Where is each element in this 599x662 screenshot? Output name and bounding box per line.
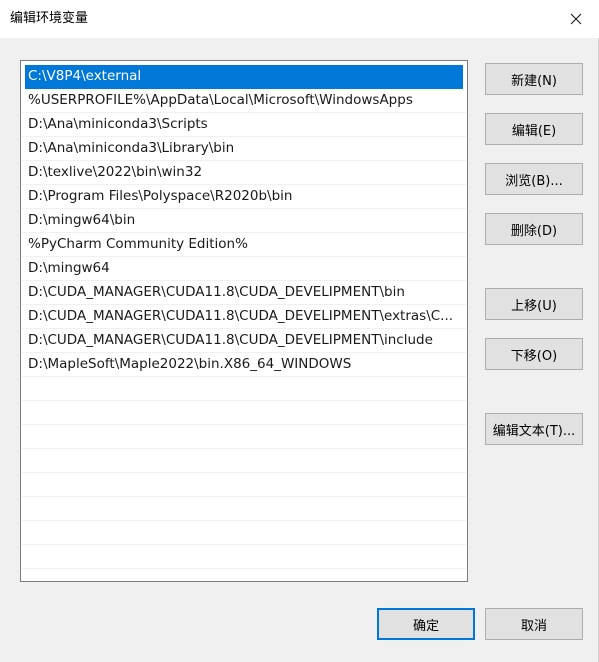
close-button[interactable] bbox=[553, 0, 599, 38]
path-list-item[interactable]: D:\mingw64 bbox=[22, 257, 466, 281]
path-list-item[interactable]: C:\V8P4\external bbox=[25, 65, 463, 89]
edit-environment-variable-dialog: 编辑环境变量 C:\V8P4\external %USERPROFILE%\Ap… bbox=[0, 0, 599, 662]
empty-list-row[interactable] bbox=[22, 521, 466, 545]
ok-button[interactable]: 确定 bbox=[377, 608, 475, 640]
path-list[interactable]: C:\V8P4\external %USERPROFILE%\AppData\L… bbox=[20, 60, 468, 582]
path-list-item[interactable]: D:\Program Files\Polyspace\R2020b\bin bbox=[22, 185, 466, 209]
empty-list-row[interactable] bbox=[22, 377, 466, 401]
path-list-rows: C:\V8P4\external %USERPROFILE%\AppData\L… bbox=[22, 65, 466, 581]
empty-list-row[interactable] bbox=[22, 497, 466, 521]
empty-list-row[interactable] bbox=[22, 545, 466, 569]
path-list-item[interactable]: D:\Ana\miniconda3\Library\bin bbox=[22, 137, 466, 161]
path-list-item[interactable]: D:\mingw64\bin bbox=[22, 209, 466, 233]
path-list-item[interactable]: %PyCharm Community Edition% bbox=[22, 233, 466, 257]
title-bar: 编辑环境变量 bbox=[0, 0, 599, 38]
close-icon bbox=[570, 13, 582, 25]
empty-list-row[interactable] bbox=[22, 449, 466, 473]
path-list-item[interactable]: D:\CUDA_MANAGER\CUDA11.8\CUDA_DEVELIPMEN… bbox=[22, 281, 466, 305]
dialog-title: 编辑环境变量 bbox=[10, 11, 89, 26]
path-list-item[interactable]: D:\CUDA_MANAGER\CUDA11.8\CUDA_DEVELIPMEN… bbox=[22, 329, 466, 353]
path-list-item[interactable]: D:\Ana\miniconda3\Scripts bbox=[22, 113, 466, 137]
path-list-item[interactable]: D:\CUDA_MANAGER\CUDA11.8\CUDA_DEVELIPMEN… bbox=[22, 305, 466, 329]
move-down-button[interactable]: 下移(O) bbox=[485, 338, 583, 370]
cancel-button[interactable]: 取消 bbox=[485, 608, 583, 640]
path-list-item[interactable]: D:\MapleSoft\Maple2022\bin.X86_64_WINDOW… bbox=[22, 353, 466, 377]
new-button[interactable]: 新建(N) bbox=[485, 63, 583, 95]
edit-text-button[interactable]: 编辑文本(T)... bbox=[485, 413, 583, 445]
move-up-button[interactable]: 上移(U) bbox=[485, 288, 583, 320]
browse-button[interactable]: 浏览(B)... bbox=[485, 163, 583, 195]
empty-list-row[interactable] bbox=[22, 473, 466, 497]
delete-button[interactable]: 删除(D) bbox=[485, 213, 583, 245]
path-list-item[interactable]: %USERPROFILE%\AppData\Local\Microsoft\Wi… bbox=[22, 89, 466, 113]
empty-list-row[interactable] bbox=[22, 569, 466, 581]
empty-list-row[interactable] bbox=[22, 401, 466, 425]
empty-list-row[interactable] bbox=[22, 425, 466, 449]
edit-button[interactable]: 编辑(E) bbox=[485, 113, 583, 145]
path-list-item[interactable]: D:\texlive\2022\bin\win32 bbox=[22, 161, 466, 185]
